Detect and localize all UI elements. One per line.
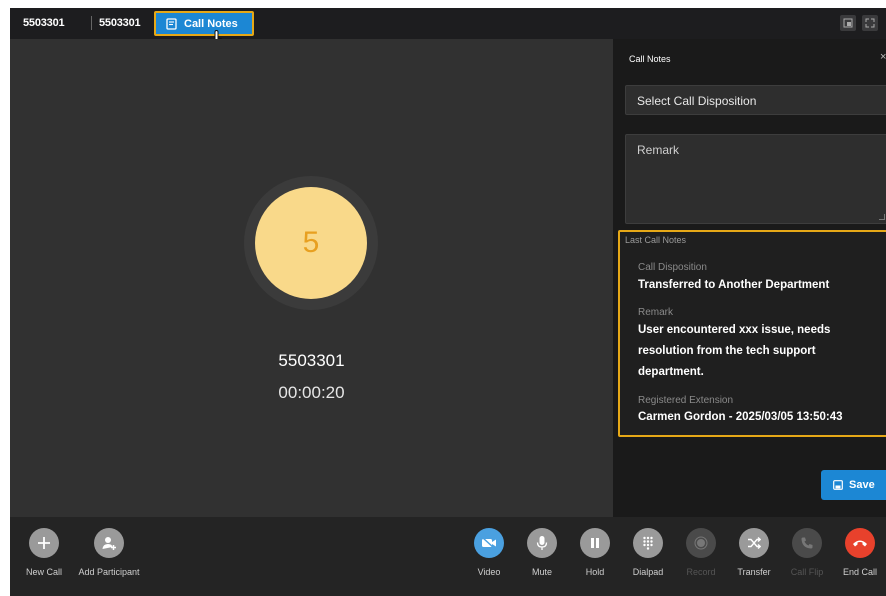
microphone-icon [527,528,557,558]
call-display-area: 5 5503301 00:00:20 [10,39,613,517]
call-notes-button[interactable]: Call Notes [154,11,254,36]
call-flip-button[interactable]: Call Flip [777,528,837,577]
minimize-window-icon[interactable] [840,15,856,31]
end-call-button[interactable]: End Call [830,528,886,577]
avatar-initial: 5 [302,226,320,259]
last-call-notes-card: Last Call Notes Call Disposition Transfe… [618,230,886,437]
add-person-icon [94,528,124,558]
save-label: Save [849,479,875,491]
notes-icon [166,17,177,30]
close-icon[interactable]: × [880,51,886,63]
hold-button[interactable]: Hold [565,528,625,577]
record-icon [686,528,716,558]
remark-value: User encountered xxx issue, needs resolu… [638,324,831,378]
end-call-label: End Call [842,567,878,577]
hold-label: Hold [585,567,605,577]
record-button[interactable]: Record [671,528,731,577]
last-call-notes-title: Last Call Notes [625,235,687,245]
shuffle-icon [739,528,769,558]
remark-placeholder: Remark [637,143,680,157]
dialpad-button[interactable]: Dialpad [618,528,678,577]
save-button[interactable]: Save [821,470,886,500]
video-button[interactable]: Video [459,528,519,577]
resize-grip-icon[interactable] [879,214,885,220]
floppy-disk-icon [833,480,843,490]
phone-hangup-icon [845,528,875,558]
remark-label: Remark [638,307,674,318]
mute-button[interactable]: Mute [512,528,572,577]
new-call-button[interactable]: New Call [14,528,74,577]
new-call-label: New Call [25,567,62,577]
add-participant-label: Add Participant [78,567,140,577]
extension-value: Carmen Gordon - 2025/03/05 13:50:43 [638,411,843,423]
transfer-button[interactable]: Transfer [724,528,784,577]
remark-textarea[interactable]: Remark [625,134,886,224]
caller-avatar: 5 [255,187,367,299]
call-notes-label: Call Notes [184,17,238,30]
call-timer: 00:00:20 [278,383,345,402]
caller-number: 5503301 [278,351,345,370]
call-notes-panel: Call Notes × Select Call Disposition Rem… [613,39,886,517]
pause-icon [580,528,610,558]
keypad-icon [633,528,663,558]
call-controls-toolbar: New Call Add Participant Video Mute Hold [10,517,886,596]
mute-label: Mute [531,567,552,577]
call-window: 5503301 5503301 Call Notes 5 5503301 00:… [10,8,886,596]
extension-label: Registered Extension [638,395,734,406]
video-label: Video [477,567,501,577]
call-top-bar: 5503301 5503301 Call Notes [10,8,886,55]
transfer-label: Transfer [737,567,771,577]
panel-title: Call Notes [629,54,671,64]
dialpad-label: Dialpad [632,567,664,577]
disposition-label: Call Disposition [638,262,707,273]
fullscreen-icon[interactable] [862,15,878,31]
disposition-value: Transferred to Another Department [638,279,830,291]
call-disposition-select[interactable]: Select Call Disposition [625,85,886,115]
add-participant-button[interactable]: Add Participant [78,528,140,577]
divider [91,16,92,30]
phone-flip-icon [792,528,822,558]
caller-id: 5503301 [23,17,65,29]
extension-number: 5503301 [99,17,141,29]
plus-icon [29,528,59,558]
call-flip-label: Call Flip [790,567,824,577]
video-camera-icon [474,528,504,558]
record-label: Record [686,567,716,577]
